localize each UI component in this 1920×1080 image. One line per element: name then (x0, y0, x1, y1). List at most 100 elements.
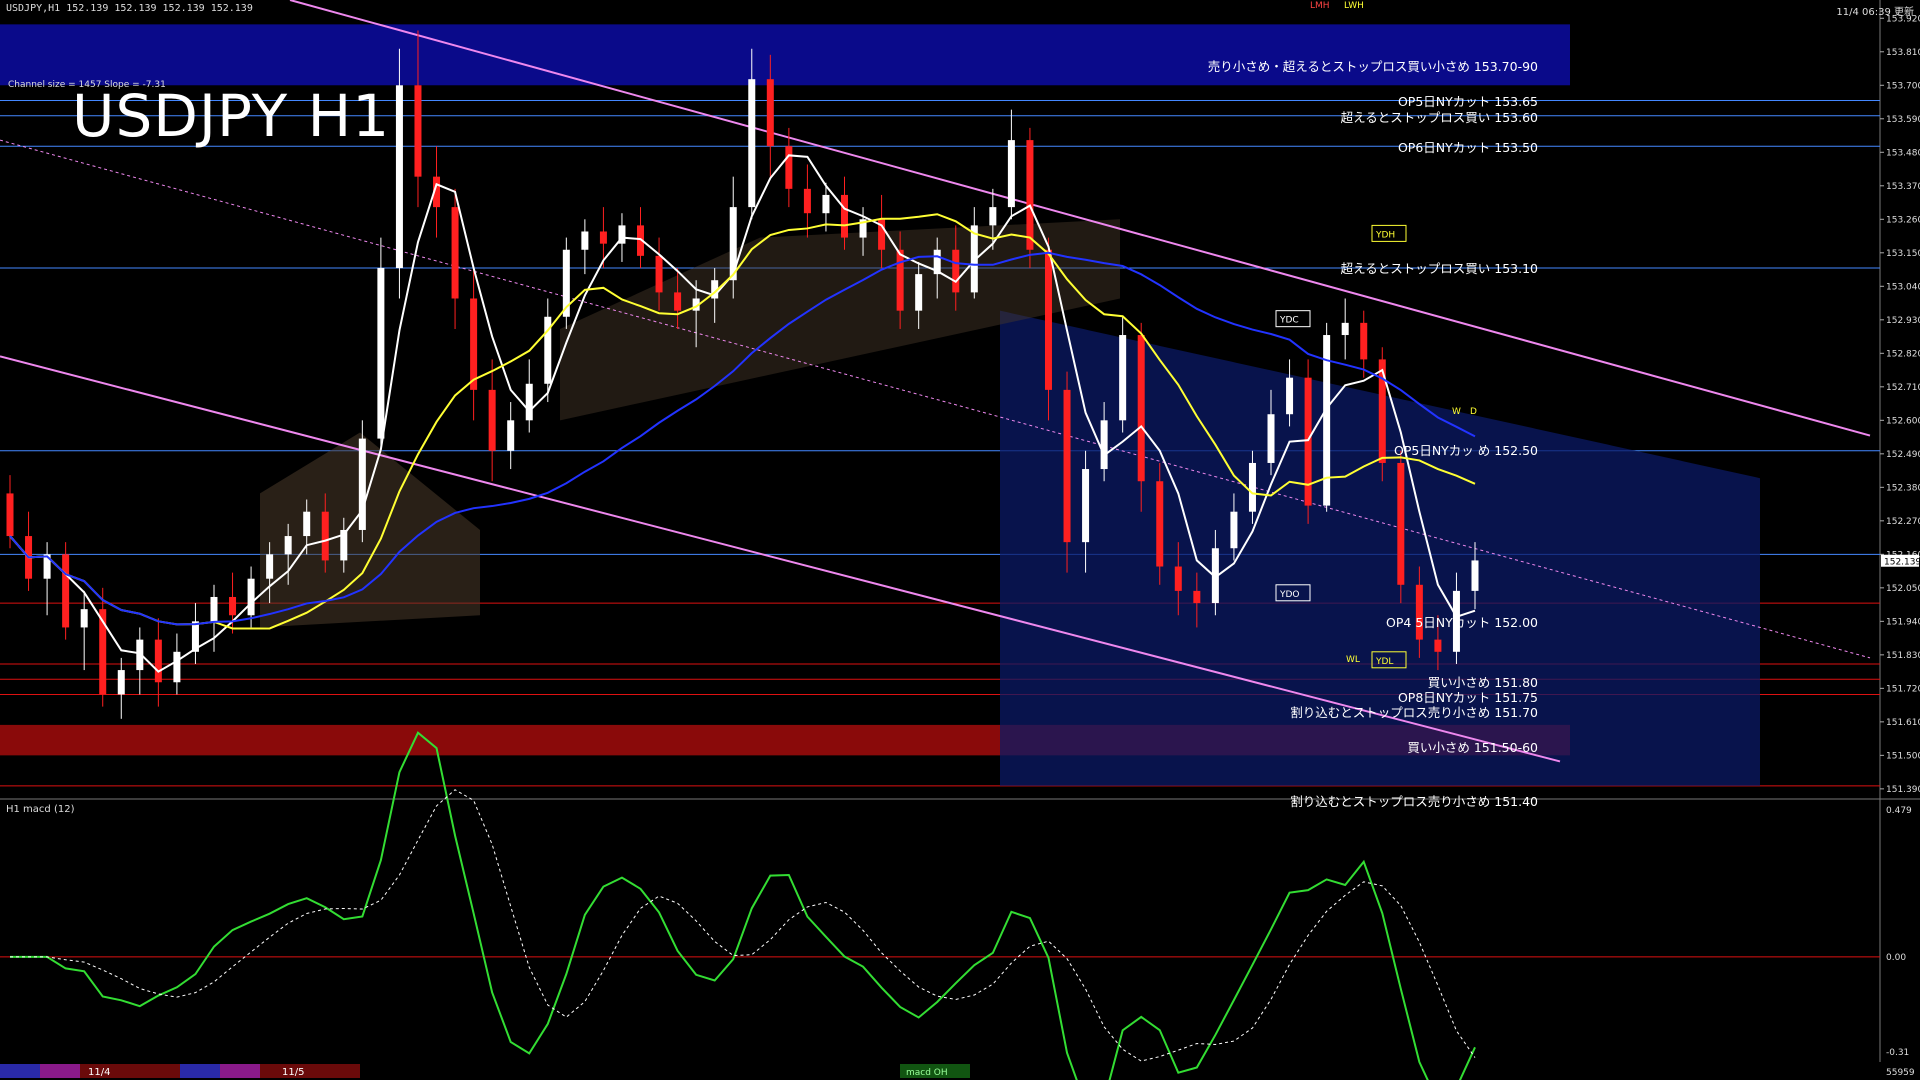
candle (1304, 359, 1312, 524)
candle-body (1360, 322, 1368, 360)
candle-body (822, 194, 830, 214)
w-marker: W (1452, 407, 1461, 417)
chart-title: USDJPY H1 (72, 82, 391, 150)
candle-body (321, 511, 329, 561)
candle-body (766, 79, 774, 147)
candle-body (395, 85, 403, 269)
candle-body (1007, 140, 1015, 208)
price-tick-label: 152.490 (1886, 450, 1920, 460)
candle-body (840, 194, 848, 238)
candle-body (1341, 322, 1349, 336)
price-tick-label: 151.940 (1886, 617, 1920, 627)
candle-body (80, 609, 88, 628)
timestamp: 11/4 06:39 更新 (1836, 7, 1914, 18)
candle-body (1248, 462, 1256, 512)
ydl-marker: YDL (1375, 657, 1393, 667)
candle-body (358, 438, 366, 530)
d-marker: D (1470, 407, 1477, 417)
level-label: 買い小さめ 151.50-60 (1407, 740, 1538, 755)
price-tick-label: 151.390 (1886, 785, 1920, 795)
candle-body (1100, 420, 1108, 470)
candle-body (748, 79, 756, 208)
candle (377, 237, 385, 451)
candle-body (1156, 481, 1164, 567)
candle-body (470, 298, 478, 390)
current-price-label: 152.139 (1884, 558, 1920, 568)
candle-body (62, 554, 70, 628)
lwl-marker: WL (1346, 655, 1360, 665)
candle-body (266, 554, 274, 579)
price-tick-label: 152.930 (1886, 316, 1920, 326)
price-tick-label: 152.820 (1886, 349, 1920, 359)
level-label: OP6日NYカット 153.50 (1397, 140, 1538, 155)
candle (1378, 347, 1386, 482)
candle-body (599, 231, 607, 244)
candle-body (154, 639, 162, 683)
candle-body (1267, 414, 1275, 463)
candle (62, 542, 70, 640)
candle-body (6, 493, 14, 537)
candle-body (1286, 377, 1294, 415)
macd-subwindow-title: H1 macd (12) (6, 804, 75, 815)
price-tick-label: 151.500 (1886, 751, 1920, 761)
candle-body (1174, 566, 1182, 591)
symbol-info: USDJPY,H1 152.139 152.139 152.139 152.13… (6, 3, 253, 14)
candle-body (451, 207, 459, 299)
candle-body (952, 249, 960, 293)
ydo-marker: YDO (1279, 590, 1300, 600)
price-tick-label: 153.370 (1886, 182, 1920, 192)
price-tick-label: 151.830 (1886, 651, 1920, 661)
footer-date: 11/4 (88, 1067, 110, 1078)
candle-body (284, 536, 292, 555)
footer-segment (40, 1064, 80, 1078)
level-label: OP5日NYカッ め 152.50 (1393, 443, 1538, 458)
chart-canvas: 153.920153.810153.700153.590153.480153.3… (0, 0, 1920, 1080)
candle-body (1230, 511, 1238, 549)
lmh-marker: LMH (1310, 1, 1330, 11)
candle-body (210, 596, 218, 622)
candle-body (989, 207, 997, 226)
candle-body (1082, 469, 1090, 543)
candle (1026, 127, 1034, 269)
macd-tick-label: 0.00 (1886, 953, 1906, 963)
candle-body (915, 274, 923, 311)
lwh-marker: LWH (1344, 1, 1364, 11)
candle-body (229, 596, 237, 616)
price-tick-label: 153.040 (1886, 282, 1920, 292)
macd-tick-label: -0.31 (1886, 1048, 1909, 1058)
candle (358, 420, 366, 543)
price-tick-label: 153.700 (1886, 81, 1920, 91)
price-tick-label: 153.480 (1886, 148, 1920, 158)
candle-body (1026, 140, 1034, 250)
ydh-marker: YDH (1375, 230, 1395, 240)
ydc-marker: YDC (1279, 316, 1299, 326)
level-label: OP4 5日NYカット 152.00 (1386, 615, 1538, 630)
candle-body (414, 85, 422, 177)
price-tick-label: 153.810 (1886, 48, 1920, 58)
price-tick-label: 151.720 (1886, 684, 1920, 694)
candle-body (674, 292, 682, 311)
price-tick-label: 153.590 (1886, 115, 1920, 125)
candle-body (525, 383, 533, 421)
footer-indicator-tag: macd OH (906, 1068, 948, 1078)
macd-tick-label: 0.479 (1886, 806, 1912, 816)
price-tick-label: 153.150 (1886, 249, 1920, 259)
candle-body (1063, 389, 1071, 543)
price-tick-label: 152.600 (1886, 416, 1920, 426)
candle (1323, 322, 1331, 512)
candle-body (1193, 590, 1201, 604)
candle (562, 237, 570, 329)
price-tick-label: 153.260 (1886, 215, 1920, 225)
candle-body (1304, 377, 1312, 506)
footer-segment (220, 1064, 260, 1078)
sell-zone (0, 24, 1570, 86)
level-label: 超えるとストップロス買い 153.60 (1340, 110, 1538, 125)
candle-body (247, 578, 255, 616)
candle-body (896, 249, 904, 311)
candle-body (655, 255, 663, 293)
candle-body (1397, 462, 1405, 585)
candle-body (1434, 639, 1442, 652)
candle (395, 48, 403, 299)
price-tick-label: 152.380 (1886, 483, 1920, 493)
candle-body (803, 188, 811, 214)
